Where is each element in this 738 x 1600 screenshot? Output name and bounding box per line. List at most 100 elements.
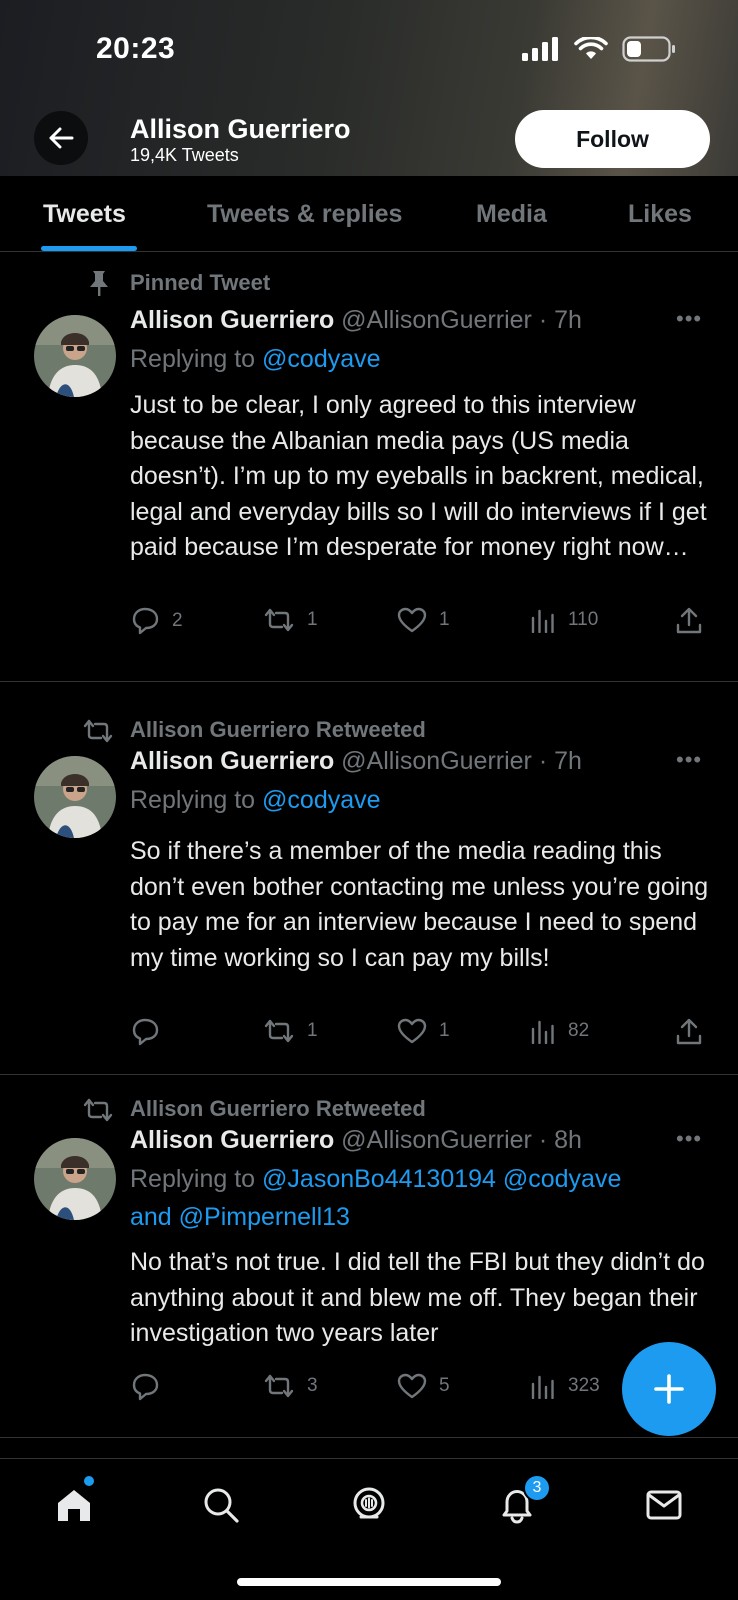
- profile-name: Allison Guerriero: [130, 114, 351, 144]
- reply-button[interactable]: [130, 1373, 160, 1401]
- reply-button[interactable]: [130, 1018, 160, 1046]
- replying-to: Replying to @JasonBo44130194 @codyave an…: [130, 1160, 670, 1236]
- tweet[interactable]: Pinned Tweet Allison Guerriero @AllisonG…: [0, 253, 738, 682]
- reply-icon: [132, 607, 159, 635]
- nav-spaces[interactable]: [345, 1481, 393, 1529]
- status-time: 20:23: [96, 32, 176, 65]
- follow-button[interactable]: Follow: [515, 110, 710, 168]
- pinned-label: Pinned Tweet: [130, 270, 271, 295]
- author-handle-time: @AllisonGuerrier · 8h: [341, 1126, 582, 1154]
- views-count: 110: [568, 609, 599, 630]
- heart-icon: [397, 1018, 427, 1044]
- mention-link[interactable]: @codyave: [262, 345, 381, 373]
- nav-messages[interactable]: [640, 1481, 688, 1529]
- pin-icon: [90, 271, 108, 296]
- author-handle-time: @AllisonGuerrier · 7h: [341, 306, 582, 334]
- like-button[interactable]: 5: [397, 1373, 450, 1399]
- tweet-text: No that’s not true. I did tell the FBI b…: [130, 1248, 705, 1347]
- reply-button[interactable]: 2: [130, 607, 183, 635]
- more-options-icon[interactable]: •••: [676, 306, 702, 332]
- views-icon: [531, 1020, 554, 1044]
- more-options-icon[interactable]: •••: [676, 1126, 702, 1152]
- search-icon: [204, 1488, 239, 1523]
- nav-search[interactable]: [197, 1481, 245, 1529]
- arrow-left-icon: [49, 127, 74, 149]
- retweet-count: 1: [307, 1020, 318, 1041]
- mention-link-2[interactable]: and @Pimpernell13: [130, 1203, 350, 1231]
- nav-home[interactable]: [50, 1481, 98, 1529]
- back-button[interactable]: [34, 111, 88, 165]
- bottom-navigation: 3: [0, 1458, 738, 1600]
- views-icon: [531, 1375, 554, 1399]
- author-name[interactable]: Allison Guerriero: [130, 1126, 334, 1154]
- like-count: 1: [439, 1020, 450, 1041]
- home-indicator: [237, 1578, 501, 1586]
- like-count: 1: [439, 609, 450, 630]
- tweet-count: 19,4K Tweets: [130, 145, 239, 165]
- tab-media[interactable]: Media: [476, 200, 547, 229]
- heart-icon: [397, 1373, 427, 1399]
- reply-icon: [132, 1018, 159, 1046]
- retweeted-label: Allison Guerriero Retweeted: [130, 1096, 426, 1121]
- mention-link[interactable]: @JasonBo44130194 @codyave: [262, 1165, 621, 1193]
- tweet[interactable]: Allison Guerriero Retweeted Allison Guer…: [0, 682, 738, 1075]
- plus-icon: [654, 1374, 684, 1404]
- retweet-button[interactable]: 1: [263, 1018, 318, 1044]
- profile-tabs: Tweets Tweets & replies Media Likes: [0, 176, 738, 252]
- share-icon: [676, 607, 702, 634]
- author-name[interactable]: Allison Guerriero: [130, 747, 334, 775]
- signal-icon: [522, 37, 558, 61]
- reply-count: 2: [172, 610, 183, 631]
- tab-tweets[interactable]: Tweets: [43, 200, 126, 229]
- like-button[interactable]: 1: [397, 1018, 450, 1044]
- avatar-image: [34, 1138, 116, 1220]
- replying-prefix: Replying to: [130, 345, 256, 373]
- tweet-header: Allison Guerriero @AllisonGuerrier · 7h: [130, 306, 582, 335]
- avatar-image: [34, 756, 116, 838]
- spaces-icon: [353, 1487, 385, 1519]
- retweet-button[interactable]: 1: [263, 607, 318, 633]
- retweet-icon: [264, 608, 294, 632]
- mention-link[interactable]: @codyave: [262, 786, 381, 814]
- battery-icon: [622, 36, 675, 62]
- tab-tweets-and-replies[interactable]: Tweets & replies: [207, 200, 402, 229]
- replying-to: Replying to @codyave: [130, 340, 670, 378]
- more-options-icon[interactable]: •••: [676, 747, 702, 773]
- retweet-icon: [83, 719, 113, 743]
- views-button[interactable]: 323: [530, 1373, 600, 1399]
- mail-icon: [646, 1490, 682, 1520]
- replying-to: Replying to @codyave: [130, 781, 670, 819]
- heart-icon: [397, 607, 427, 633]
- views-icon: [531, 609, 554, 633]
- avatar[interactable]: [34, 756, 116, 838]
- share-button[interactable]: [676, 607, 702, 635]
- replying-prefix: Replying to: [130, 786, 256, 814]
- retweet-count: 3: [307, 1375, 318, 1396]
- avatar[interactable]: [34, 315, 116, 397]
- active-tab-indicator: [41, 246, 137, 251]
- views-count: 323: [568, 1375, 600, 1396]
- compose-tweet-button[interactable]: [622, 1342, 716, 1436]
- retweet-icon: [264, 1019, 294, 1043]
- retweeted-label: Allison Guerriero Retweeted: [130, 717, 426, 742]
- retweet-count: 1: [307, 609, 318, 630]
- share-button[interactable]: [676, 1018, 702, 1046]
- views-button[interactable]: 110: [530, 607, 598, 633]
- views-count: 82: [568, 1020, 590, 1041]
- views-button[interactable]: 82: [530, 1018, 589, 1044]
- tweet-header: Allison Guerriero @AllisonGuerrier · 8h: [130, 1126, 582, 1155]
- tweet-actions: 1 1 82: [130, 1018, 710, 1052]
- share-icon: [676, 1018, 702, 1045]
- author-name[interactable]: Allison Guerriero: [130, 306, 334, 334]
- avatar[interactable]: [34, 1138, 116, 1220]
- retweet-button[interactable]: 3: [263, 1373, 318, 1399]
- notifications-badge: 3: [523, 1474, 551, 1502]
- profile-header: 20:23 Allison Guerriero 19,4K Tweets Fol…: [0, 0, 738, 176]
- tab-likes[interactable]: Likes: [628, 200, 692, 229]
- wifi-icon: [574, 37, 608, 59]
- avatar-image: [34, 315, 116, 397]
- like-button[interactable]: 1: [397, 607, 450, 633]
- retweet-icon: [83, 1098, 113, 1122]
- reply-icon: [132, 1373, 159, 1401]
- tweet-header: Allison Guerriero @AllisonGuerrier · 7h: [130, 747, 582, 776]
